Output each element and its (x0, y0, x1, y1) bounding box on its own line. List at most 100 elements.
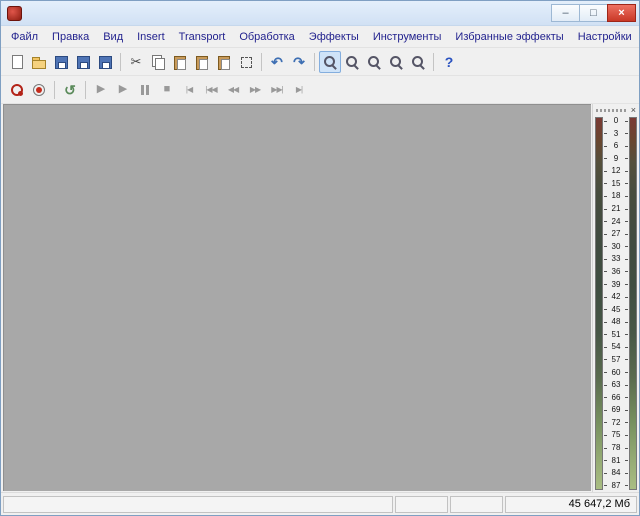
meter-panel-header[interactable]: × (594, 105, 638, 116)
meter-tick (625, 195, 628, 197)
trim-button[interactable] (235, 51, 257, 73)
meter-scale-row: 60 (604, 368, 628, 377)
menu-item-favorite-effects[interactable]: Избранные эффекты (448, 28, 570, 46)
menu-item-settings[interactable]: Настройки (571, 28, 639, 46)
rewind-button[interactable]: ◀◀ (222, 79, 244, 101)
save-file-button[interactable] (50, 51, 72, 73)
paste-new-icon (194, 54, 210, 70)
paste-mix-icon (216, 54, 232, 70)
skip-forward-icon: ▶▶| (271, 84, 283, 94)
paste-new-button[interactable] (191, 51, 213, 73)
meter-tick (604, 346, 607, 348)
meter-tick (625, 434, 628, 436)
menu-item-insert[interactable]: Insert (130, 28, 172, 46)
skip-forward-button[interactable]: ▶▶| (266, 79, 288, 101)
maximize-button[interactable]: □ (579, 4, 608, 22)
meter-scale-label: 9 (613, 153, 619, 163)
meter-tick (604, 246, 607, 248)
meter-tick (604, 359, 607, 361)
save-selection-button[interactable] (94, 51, 116, 73)
meter-tick (604, 472, 607, 474)
loop-playback-button[interactable]: ↺ (59, 79, 81, 101)
help-button[interactable]: ? (438, 51, 460, 73)
loop-playback-icon: ↺ (64, 81, 76, 98)
save-as-icon (75, 54, 91, 70)
menu-item-tools[interactable]: Инструменты (366, 28, 449, 46)
zoom-in-button[interactable] (341, 51, 363, 73)
zoom-selection-button[interactable] (319, 50, 341, 73)
new-file-button[interactable] (6, 51, 28, 73)
play-icon: ▶ (96, 83, 106, 95)
fast-forward-button[interactable]: ▶▶ (244, 79, 266, 101)
meter-tick (604, 133, 607, 135)
meter-tick (604, 309, 607, 311)
meter-scale-label: 78 (611, 443, 621, 453)
play-selection-button[interactable]: ▶ (112, 79, 134, 101)
menu-item-effects[interactable]: Эффекты (302, 28, 366, 46)
meter-tick (625, 258, 628, 260)
skip-to-start-button[interactable]: |◀ (178, 79, 200, 101)
menu-item-process[interactable]: Обработка (232, 28, 301, 46)
meter-scale-label: 30 (611, 241, 621, 251)
meter-tick (624, 145, 628, 147)
trim-icon (238, 54, 254, 70)
meter-grip-icon[interactable] (596, 109, 628, 112)
pause-button[interactable] (134, 79, 156, 101)
menu-item-file[interactable]: Файл (4, 28, 45, 46)
meter-scale-row: 81 (604, 456, 628, 465)
menu-item-transport[interactable]: Transport (172, 28, 233, 46)
zoom-all-icon (388, 54, 404, 70)
record-monitor-button[interactable] (6, 79, 28, 101)
meter-tick (604, 296, 607, 298)
meter-tick (625, 284, 628, 286)
meter-scale-label: 72 (611, 417, 621, 427)
menu-item-view[interactable]: Вид (96, 28, 130, 46)
meter-tick (625, 183, 628, 185)
meter-scale-row: 27 (604, 230, 628, 238)
meter-tick (625, 447, 628, 449)
meter-tick (604, 120, 607, 122)
meter-tick (604, 321, 607, 323)
record-monitor-icon (9, 82, 25, 98)
toolbar-separator (261, 52, 262, 71)
meter-scale-label: 69 (611, 405, 621, 415)
undo-button[interactable]: ↶ (266, 51, 288, 73)
meter-scale-row: 15 (604, 179, 628, 188)
undo-icon: ↶ (271, 53, 283, 70)
minimize-button[interactable]: – (551, 4, 580, 22)
cut-button[interactable]: ✂ (125, 51, 147, 73)
zoom-selection-icon (322, 54, 338, 70)
save-as-button[interactable] (72, 51, 94, 73)
zoom-all-button[interactable] (385, 51, 407, 73)
meter-scale-row: 9 (604, 153, 628, 163)
skip-to-end-button[interactable]: ▶| (288, 79, 310, 101)
paste-mix-button[interactable] (213, 51, 235, 73)
meter-scale-row: 63 (604, 381, 628, 389)
redo-icon: ↷ (293, 53, 305, 70)
close-button[interactable]: × (607, 4, 636, 22)
stop-button[interactable]: ■ (156, 79, 178, 101)
play-button[interactable]: ▶ (90, 79, 112, 101)
menu-item-edit[interactable]: Правка (45, 28, 96, 46)
zoom-vertical-button[interactable] (407, 51, 429, 73)
paste-icon (172, 54, 188, 70)
record-button[interactable] (28, 79, 50, 101)
meter-tick (625, 233, 628, 235)
workspace-empty-area[interactable] (3, 104, 591, 491)
meter-scale-row: 30 (604, 241, 628, 251)
skip-back-button[interactable]: |◀◀ (200, 79, 222, 101)
paste-button[interactable] (169, 51, 191, 73)
toolbar-separator (314, 52, 315, 71)
meter-close-icon[interactable]: × (631, 106, 636, 115)
meter-scale-row: 57 (604, 354, 628, 364)
title-bar[interactable]: – □ × (1, 1, 639, 26)
copy-button[interactable] (147, 51, 169, 73)
zoom-out-button[interactable] (363, 51, 385, 73)
meter-scale-label: 57 (611, 354, 621, 364)
save-selection-icon (97, 54, 113, 70)
meter-scale-row: 6 (604, 142, 628, 150)
meter-scale-row: 0 (604, 117, 628, 125)
meter-scale-row: 18 (604, 192, 628, 200)
open-file-button[interactable] (28, 51, 50, 73)
redo-button[interactable]: ↷ (288, 51, 310, 73)
